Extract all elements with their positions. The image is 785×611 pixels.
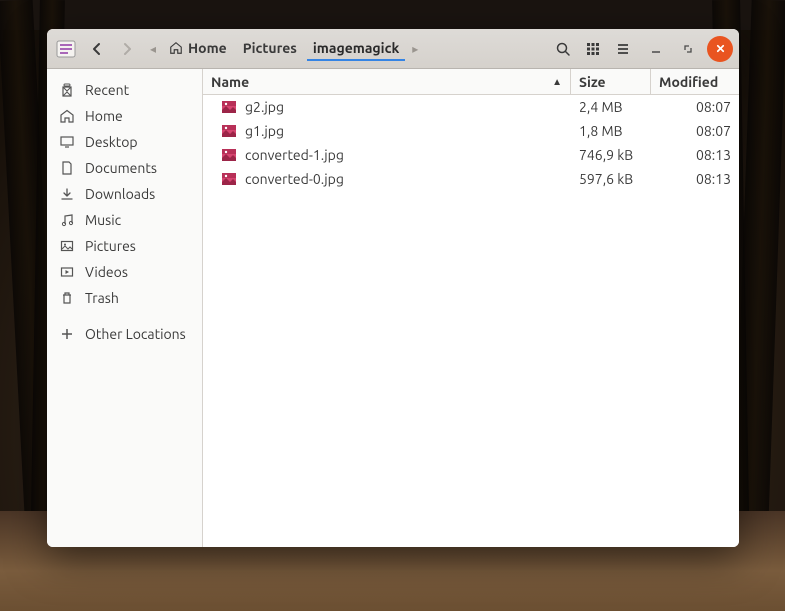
picture-icon (59, 238, 75, 254)
app-files-icon (55, 38, 77, 60)
sidebar-item-trash[interactable]: Trash (47, 285, 202, 311)
sidebar-item-desktop[interactable]: Desktop (47, 129, 202, 155)
sidebar-item-label: Recent (85, 82, 129, 98)
breadcrumb-label: Pictures (243, 40, 297, 56)
column-size[interactable]: Size (571, 69, 651, 94)
sidebar-item-label: Desktop (85, 134, 138, 150)
grid-icon (585, 41, 601, 57)
breadcrumb: ◂ Home Pictures imagemagick ▸ (147, 37, 547, 61)
breadcrumb-imagemagick[interactable]: imagemagick (307, 37, 405, 61)
file-row[interactable]: g2.jpg 2,4 MB08:07 (203, 95, 739, 119)
sidebar: Recent Home Desktop Documents Downloads Music… (47, 69, 203, 547)
file-size: 2,4 MB (571, 99, 651, 115)
hamburger-menu-button[interactable] (609, 35, 637, 63)
chevron-left-icon: ◂ (147, 42, 159, 56)
menu-icon (615, 41, 631, 57)
file-name: converted-0.jpg (245, 171, 344, 187)
maximize-button[interactable] (675, 36, 701, 62)
headerbar: ◂ Home Pictures imagemagick ▸ (47, 29, 739, 69)
breadcrumb-pictures[interactable]: Pictures (237, 37, 303, 61)
image-file-icon (221, 123, 237, 139)
sidebar-item-home[interactable]: Home (47, 103, 202, 129)
file-manager-window: ◂ Home Pictures imagemagick ▸ (47, 29, 739, 547)
breadcrumb-home[interactable]: Home (163, 37, 233, 61)
column-headers: Name ▲ Size Modified (203, 69, 739, 95)
home-icon (59, 108, 75, 124)
image-file-icon (221, 171, 237, 187)
sidebar-item-downloads[interactable]: Downloads (47, 181, 202, 207)
file-name: g1.jpg (245, 123, 284, 139)
minimize-button[interactable] (643, 36, 669, 62)
column-modified[interactable]: Modified (651, 69, 739, 94)
close-button[interactable] (707, 36, 733, 62)
back-button[interactable] (83, 35, 111, 63)
sidebar-item-label: Trash (85, 290, 119, 306)
sidebar-item-label: Documents (85, 160, 157, 176)
sidebar-item-label: Other Locations (85, 326, 186, 342)
sidebar-item-documents[interactable]: Documents (47, 155, 202, 181)
window-controls (643, 36, 733, 62)
chevron-right-icon: ▸ (409, 42, 421, 56)
home-icon (169, 41, 183, 55)
trash-icon (59, 290, 75, 306)
plus-icon (59, 326, 75, 342)
file-name: converted-1.jpg (245, 147, 344, 163)
sort-asc-icon: ▲ (552, 76, 562, 88)
sidebar-item-music[interactable]: Music (47, 207, 202, 233)
desktop-icon (59, 134, 75, 150)
sidebar-item-recent[interactable]: Recent (47, 77, 202, 103)
file-list-pane: Name ▲ Size Modified g2.jpg2,4 MB08:07g1… (203, 69, 739, 547)
file-modified: 08:13 (651, 171, 739, 187)
window-body: Recent Home Desktop Documents Downloads Music… (47, 69, 739, 547)
view-grid-button[interactable] (579, 35, 607, 63)
image-file-icon (221, 99, 237, 115)
document-icon (59, 160, 75, 176)
sidebar-item-label: Videos (85, 264, 128, 280)
close-icon (715, 43, 726, 54)
sidebar-other-locations[interactable]: Other Locations (47, 321, 202, 347)
sidebar-item-pictures[interactable]: Pictures (47, 233, 202, 259)
file-modified: 08:13 (651, 147, 739, 163)
file-size: 1,8 MB (571, 123, 651, 139)
clock-icon (59, 82, 75, 98)
file-modified: 08:07 (651, 123, 739, 139)
sidebar-item-label: Home (85, 108, 123, 124)
file-modified: 08:07 (651, 99, 739, 115)
file-rows: g2.jpg 2,4 MB08:07 g1.jpg 1,8 MB08:07 conver… (203, 95, 739, 547)
column-name[interactable]: Name ▲ (203, 69, 571, 94)
file-row[interactable]: converted-0.jpg 597,6 kB08:13 (203, 167, 739, 191)
file-size: 597,6 kB (571, 171, 651, 187)
sidebar-item-label: Downloads (85, 186, 155, 202)
breadcrumb-label: imagemagick (313, 40, 399, 56)
sidebar-item-videos[interactable]: Videos (47, 259, 202, 285)
file-size: 746,9 kB (571, 147, 651, 163)
image-file-icon (221, 147, 237, 163)
video-icon (59, 264, 75, 280)
breadcrumb-label: Home (188, 40, 227, 56)
file-row[interactable]: converted-1.jpg 746,9 kB08:13 (203, 143, 739, 167)
music-icon (59, 212, 75, 228)
search-icon (555, 41, 571, 57)
sidebar-item-label: Music (85, 212, 121, 228)
download-icon (59, 186, 75, 202)
search-button[interactable] (549, 35, 577, 63)
sidebar-item-label: Pictures (85, 238, 136, 254)
file-row[interactable]: g1.jpg 1,8 MB08:07 (203, 119, 739, 143)
file-name: g2.jpg (245, 99, 284, 115)
forward-button[interactable] (113, 35, 141, 63)
